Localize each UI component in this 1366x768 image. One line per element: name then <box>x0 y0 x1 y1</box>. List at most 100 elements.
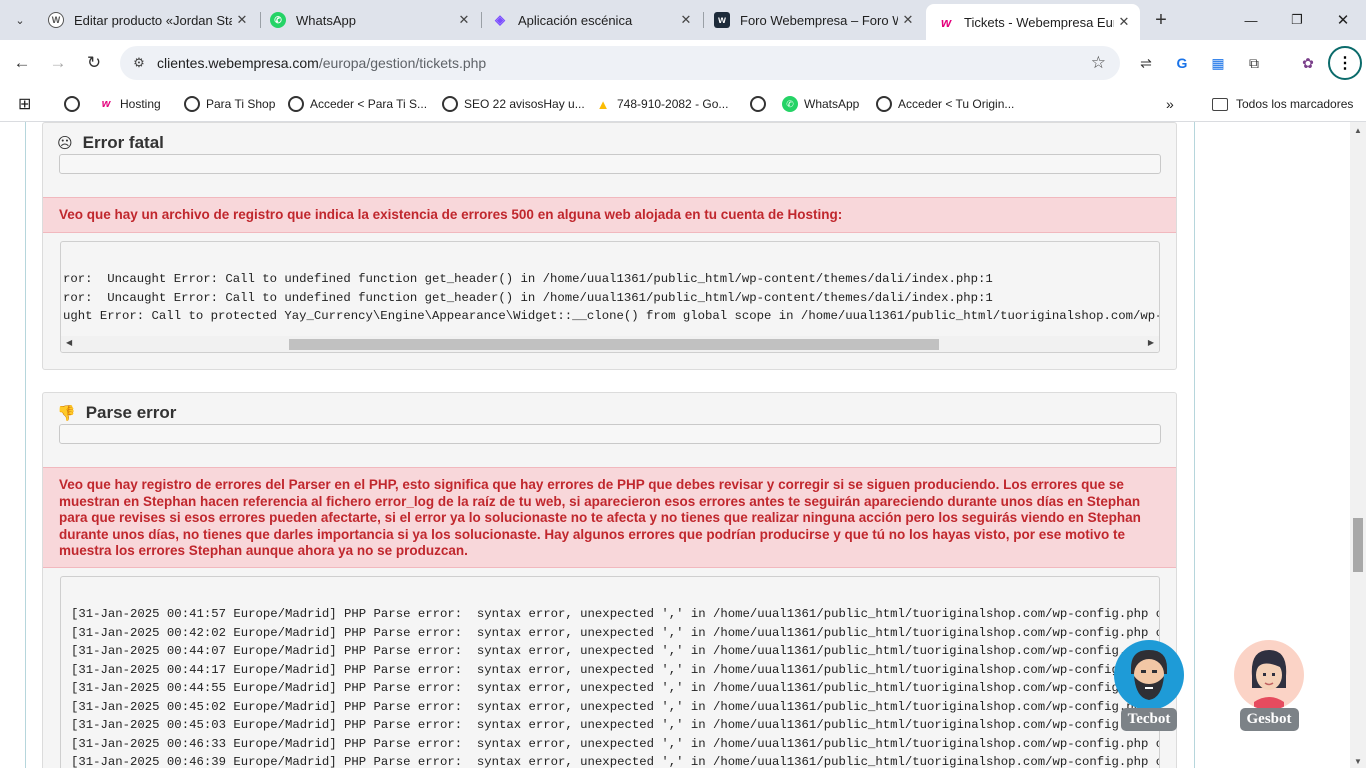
parse-error-bar <box>59 424 1161 444</box>
close-icon[interactable]: ✕ <box>898 10 918 30</box>
all-bookmarks-button[interactable]: Todos los marcadores <box>1212 92 1353 116</box>
url-text[interactable]: clientes.webempresa.com/europa/gestion/t… <box>157 55 486 71</box>
log-line: [31-Jan-2025 00:44:17 Europe/Madrid] PHP… <box>71 663 1160 677</box>
new-tab-button[interactable]: + <box>1150 9 1172 31</box>
tab-title: WhatsApp <box>296 12 356 28</box>
close-icon[interactable]: ✕ <box>676 10 696 30</box>
bookmark-star-icon[interactable]: ☆ <box>1091 53 1106 73</box>
log-line: ror: Uncaught Error: Call to undefined f… <box>63 272 993 286</box>
extension-icon[interactable]: ⇌ <box>1134 51 1158 75</box>
tecbot-label: Tecbot <box>1120 708 1178 731</box>
profile-avatar[interactable]: ✿ <box>1296 51 1320 75</box>
apps-icon[interactable]: ⊞ <box>18 92 31 116</box>
bookmark-seo[interactable]: SEO 22 avisosHay u... <box>442 92 585 116</box>
bookmark-globe-2[interactable] <box>750 92 772 116</box>
address-bar[interactable]: ⚙ clientes.webempresa.com/europa/gestion… <box>120 46 1120 80</box>
url-path: /europa/gestion/tickets.php <box>318 55 487 71</box>
vertical-scrollbar[interactable]: ▲ ▼ <box>1350 122 1366 768</box>
close-icon[interactable]: ✕ <box>232 10 252 30</box>
whatsapp-icon: ✆ <box>782 96 798 112</box>
parse-error-card: 👎 Parse error Veo que hay registro de er… <box>42 392 1177 768</box>
chevron-down-icon: ⌄ <box>15 14 25 27</box>
scroll-right-icon[interactable]: ▶ <box>1148 338 1154 347</box>
bearded-man-icon <box>1131 650 1167 700</box>
tab-aplicacion-escenica[interactable]: ◈ Aplicación escénica ✕ <box>480 6 702 34</box>
globe-icon <box>64 96 80 112</box>
tab-search-button[interactable]: ⌄ <box>8 8 32 32</box>
parse-error-alert: Veo que hay registro de errores del Pars… <box>43 467 1176 568</box>
tab-editar-producto[interactable]: W Editar producto «Jordan Stac ✕ <box>36 6 258 34</box>
webempresa-icon: w <box>101 98 111 110</box>
tab-tickets[interactable]: w Tickets - Webempresa Europ ✕ <box>926 4 1140 40</box>
bookmark-globe[interactable] <box>64 92 86 116</box>
close-window-button[interactable]: ✕ <box>1320 0 1366 40</box>
tab-strip: ⌄ W Editar producto «Jordan Stac ✕ ✆ Wha… <box>0 0 1366 40</box>
tab-title: Foro Webempresa – Foro W <box>740 12 898 28</box>
bookmark-whatsapp[interactable]: ✆ WhatsApp <box>782 92 859 116</box>
globe-icon <box>184 96 200 112</box>
plus-icon: + <box>1155 8 1167 31</box>
error-fatal-bar <box>59 154 1161 174</box>
kebab-menu-icon: ⋮ <box>1337 55 1353 72</box>
error-fatal-alert: Veo que hay un archivo de registro que i… <box>43 197 1176 233</box>
tab-title: Tickets - Webempresa Europ <box>964 14 1114 30</box>
bookmark-label: Para Ti Shop <box>206 97 276 111</box>
close-icon[interactable]: ✕ <box>1114 12 1134 32</box>
thumbs-down-icon: 👎 <box>57 405 76 422</box>
tab-title: Aplicación escénica <box>518 12 633 28</box>
tecbot-widget[interactable]: Tecbot <box>1109 640 1189 731</box>
content-border-right <box>1194 122 1195 768</box>
log-line: [31-Jan-2025 00:42:02 Europe/Madrid] PHP… <box>71 626 1160 640</box>
scrollbar-thumb[interactable] <box>289 339 939 350</box>
log-line: [31-Jan-2025 00:44:55 Europe/Madrid] PHP… <box>71 681 1160 695</box>
app-icon: ◈ <box>495 12 505 27</box>
log-line: ught Error: Call to protected Yay_Curren… <box>63 309 1160 323</box>
scroll-left-icon[interactable]: ◀ <box>66 338 72 347</box>
horizontal-scrollbar[interactable]: ◀ ▶ <box>61 336 1159 352</box>
site-settings-icon[interactable]: ⚙ <box>130 54 148 72</box>
log-line: ror: Uncaught Error: Call to undefined f… <box>63 291 993 305</box>
scroll-down-icon[interactable]: ▼ <box>1354 757 1362 766</box>
extension-grid-icon[interactable]: ▦ <box>1206 51 1230 75</box>
gesbot-widget[interactable]: Gesbot <box>1229 640 1309 731</box>
back-button[interactable]: ← <box>8 49 36 77</box>
restore-icon: ❐ <box>1291 12 1303 27</box>
parse-error-title: Parse error <box>85 403 177 422</box>
translate-icon[interactable]: G <box>1170 51 1194 75</box>
forward-button[interactable]: → <box>44 49 72 77</box>
bookmark-hosting[interactable]: w Hosting <box>98 92 161 116</box>
bookmark-acceder-para-ti[interactable]: Acceder < Para Ti S... <box>288 92 427 116</box>
webempresa-icon: w <box>714 12 730 28</box>
bookmark-google-ads[interactable]: ▲ 748-910-2082 - Go... <box>595 92 729 116</box>
menu-button[interactable]: ⋮ <box>1328 46 1362 80</box>
puzzle-icon[interactable]: ⧉ <box>1242 51 1266 75</box>
tab-whatsapp[interactable]: ✆ WhatsApp ✕ <box>258 6 480 34</box>
tab-foro-webempresa[interactable]: w Foro Webempresa – Foro W ✕ <box>702 6 924 34</box>
more-bookmarks-button[interactable]: » <box>1166 92 1174 116</box>
error-fatal-title: Error fatal <box>82 133 164 152</box>
double-chevron-icon: » <box>1166 96 1174 112</box>
bookmark-label: SEO 22 avisosHay u... <box>464 97 585 111</box>
scroll-up-icon[interactable]: ▲ <box>1354 126 1362 135</box>
bookmark-label: Hosting <box>120 97 161 111</box>
scrollbar-thumb[interactable] <box>1353 518 1363 572</box>
globe-icon <box>442 96 458 112</box>
close-icon: ✕ <box>1336 12 1350 29</box>
close-icon[interactable]: ✕ <box>454 10 474 30</box>
bookmark-para-ti-shop[interactable]: Para Ti Shop <box>184 92 275 116</box>
tecbot-avatar <box>1114 640 1184 710</box>
parse-error-log[interactable]: [31-Jan-2025 00:41:57 Europe/Madrid] PHP… <box>60 576 1160 768</box>
bookmark-acceder-tu-origin[interactable]: Acceder < Tu Origin... <box>876 92 1014 116</box>
arrow-left-icon: ← <box>13 53 31 72</box>
globe-icon <box>876 96 892 112</box>
reload-icon: ↻ <box>86 53 102 72</box>
restore-button[interactable]: ❐ <box>1274 0 1320 40</box>
globe-icon <box>750 96 766 112</box>
bookmark-label: WhatsApp <box>804 97 860 111</box>
reload-button[interactable]: ↻ <box>80 49 108 77</box>
error-fatal-heading: ☹ Error fatal <box>57 133 164 153</box>
minimize-button[interactable]: — <box>1228 0 1274 40</box>
error-fatal-log[interactable]: ror: Uncaught Error: Call to undefined f… <box>60 241 1160 353</box>
gesbot-label: Gesbot <box>1239 708 1299 731</box>
woman-avatar-icon <box>1251 650 1287 710</box>
